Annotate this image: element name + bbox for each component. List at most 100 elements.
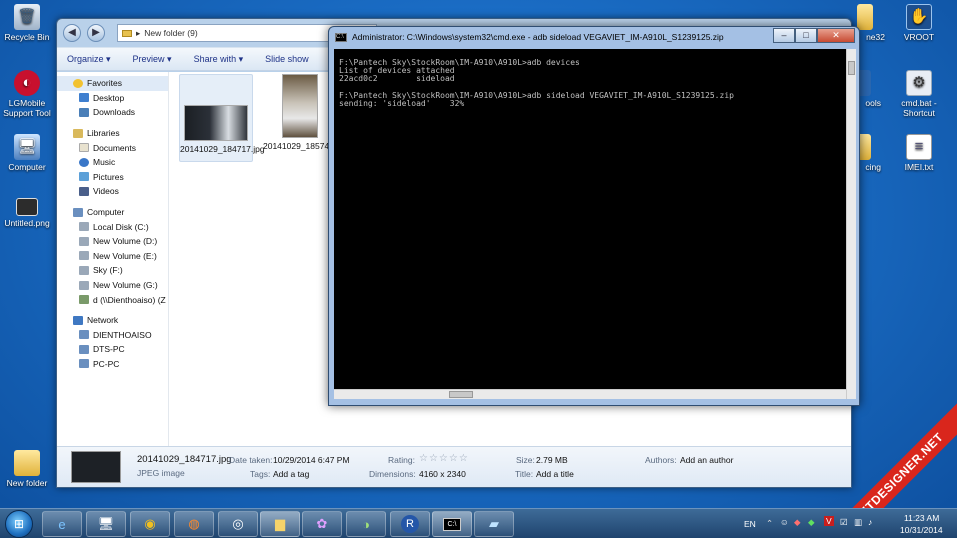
language-indicator[interactable]: EN [744,519,756,529]
desktop-icon-label: Computer [8,162,46,172]
tray-icon[interactable]: ◆ [808,517,815,528]
nav-favorites[interactable]: Favorites [57,76,168,91]
nav-label: Music [93,157,116,168]
desktop-icon-imei-txt[interactable]: ≡ IMEI.txt [888,134,950,172]
nav-sky-f[interactable]: Sky (F:) [57,263,168,278]
vertical-scrollbar[interactable] [846,49,856,399]
address-text: New folder (9) [144,28,198,38]
rating-label: Rating: [388,455,415,465]
drive-icon [79,265,89,275]
back-button[interactable]: ◀ [63,24,81,42]
tray-icon[interactable]: ▥ [854,517,862,528]
tray-icon[interactable]: ◆ [794,517,801,528]
taskbar-computer-button[interactable]: 🖥 [86,511,126,537]
taskbar-r-button[interactable]: R [390,511,430,537]
taskbar-explorer-button[interactable]: ▆ [260,511,300,537]
taskbar-ie-button[interactable]: e [42,511,82,537]
nav-label: Network [87,315,119,326]
start-button[interactable]: ⊞ [5,510,33,538]
nav-music[interactable]: Music [57,155,168,170]
tray-icon[interactable]: ⌃ [766,518,773,529]
nav-label: Videos [93,186,119,197]
nav-network-drive-z[interactable]: d (\\Dienthoaiso) (Z [57,292,168,307]
nav-label: Libraries [87,128,120,139]
file-item[interactable]: 20141029_185747.jpg [263,74,348,162]
taskbar-chrome-button[interactable]: ◉ [130,511,170,537]
file-item[interactable]: 20141029_184717.jpg [179,74,265,162]
app-icon: ◎ [232,516,244,531]
desktop-icon-untitled-png[interactable]: Untitled.png [0,198,58,228]
nav-label: Pictures [93,171,124,182]
drive-icon [79,222,89,232]
nav-network-computer[interactable]: DIENTHOAISO [57,328,168,343]
scrollbar-thumb[interactable] [848,61,855,75]
volume-icon[interactable]: ♪ [868,517,872,527]
dimensions-label: Dimensions: [369,469,416,479]
taskbar-cmd-button[interactable]: C:\ [432,511,472,537]
nav-computer[interactable]: Computer [57,205,168,220]
navigation-pane: Favorites Desktop Downloads Libraries Do… [57,72,169,448]
authors-field[interactable]: Add an author [680,455,733,465]
clock-time[interactable]: 11:23 AM [904,513,939,523]
console-output[interactable]: F:\Pantech Sky\StockRoom\IM-A910\A910L>a… [334,49,846,399]
desktop-icon-label: LGMobile Support Tool [3,98,51,118]
nav-label: New Volume (D:) [93,236,158,247]
app-icon: ▰ [489,516,499,531]
tags-field[interactable]: Add a tag [273,469,309,479]
minimize-button[interactable]: – [773,28,795,43]
window-controls: – □ ✕ [773,28,855,43]
clock-date[interactable]: 10/31/2014 [900,525,943,535]
desktop-icon-cmd-shortcut[interactable]: ⚙ cmd.bat - Shortcut [888,70,950,118]
horizontal-scrollbar[interactable] [334,389,846,399]
close-button[interactable]: ✕ [817,28,855,43]
size-label: Size: [516,455,535,465]
nav-desktop[interactable]: Desktop [57,91,168,106]
forward-button[interactable]: ▶ [87,24,105,42]
batch-file-icon: ⚙ [906,70,932,96]
nav-libraries[interactable]: Libraries [57,126,168,141]
nav-downloads[interactable]: Downloads [57,105,168,120]
title-field[interactable]: Add a title [536,469,574,479]
desktop-icon-vroot[interactable]: ✋ VROOT [888,4,950,42]
nav-network[interactable]: Network [57,313,168,328]
tray-icon[interactable]: ☺ [780,517,789,527]
desktop-icon-new-folder[interactable]: New folder [0,450,58,488]
taskbar-app-button[interactable]: ◎ [218,511,258,537]
vroot-icon: ✋ [906,4,932,30]
rating-stars[interactable]: ☆☆☆☆☆ [419,453,469,464]
recycle-bin-icon: 🗑 [14,4,40,30]
preview-button[interactable]: Preview ▾ [133,54,172,65]
share-with-button[interactable]: Share with ▾ [194,54,244,65]
nav-pictures[interactable]: Pictures [57,170,168,185]
nav-label: New Volume (G:) [93,280,158,291]
organize-button[interactable]: Organize ▾ [67,54,111,65]
nav-new-volume-g[interactable]: New Volume (G:) [57,278,168,293]
taskbar-firefox-button[interactable]: ◍ [174,511,214,537]
nav-documents[interactable]: Documents [57,140,168,155]
tray-icon[interactable]: ☑ [840,517,848,528]
system-tray: EN ⌃ ☺ ◆ ◆ V ☑ ▥ ♪ 11:23 AM 10/31/2014 [742,509,957,538]
desktop-icon-recycle-bin[interactable]: 🗑 Recycle Bin [0,4,58,42]
maximize-button[interactable]: □ [795,28,817,43]
desktop-icon-computer[interactable]: 🖥 Computer [0,134,58,172]
tray-icon[interactable]: V [824,516,834,526]
cmd-window: C:\ Administrator: C:\Windows\system32\c… [328,26,860,406]
size-value: 2.79 MB [536,455,568,465]
taskbar-app-button[interactable]: ◑ [346,511,386,537]
globe-icon: ◑ [362,516,370,532]
libraries-icon [73,128,83,138]
nav-network-computer[interactable]: PC-PC [57,357,168,372]
scrollbar-thumb[interactable] [449,391,473,398]
nav-new-volume-d[interactable]: New Volume (D:) [57,234,168,249]
nav-new-volume-e[interactable]: New Volume (E:) [57,249,168,264]
taskbar-app-button[interactable]: ▰ [474,511,514,537]
title-label: Title: [515,469,534,479]
nav-local-disk-c[interactable]: Local Disk (C:) [57,219,168,234]
details-filetype: JPEG image [137,468,185,478]
desktop-icon-lgmobile[interactable]: ◐ LGMobile Support Tool [0,70,58,118]
slide-show-button[interactable]: Slide show [265,54,309,64]
nav-videos[interactable]: Videos [57,184,168,199]
file-thumbnail [184,105,248,141]
taskbar-app-button[interactable]: ✿ [302,511,342,537]
nav-network-computer[interactable]: DTS-PC [57,342,168,357]
